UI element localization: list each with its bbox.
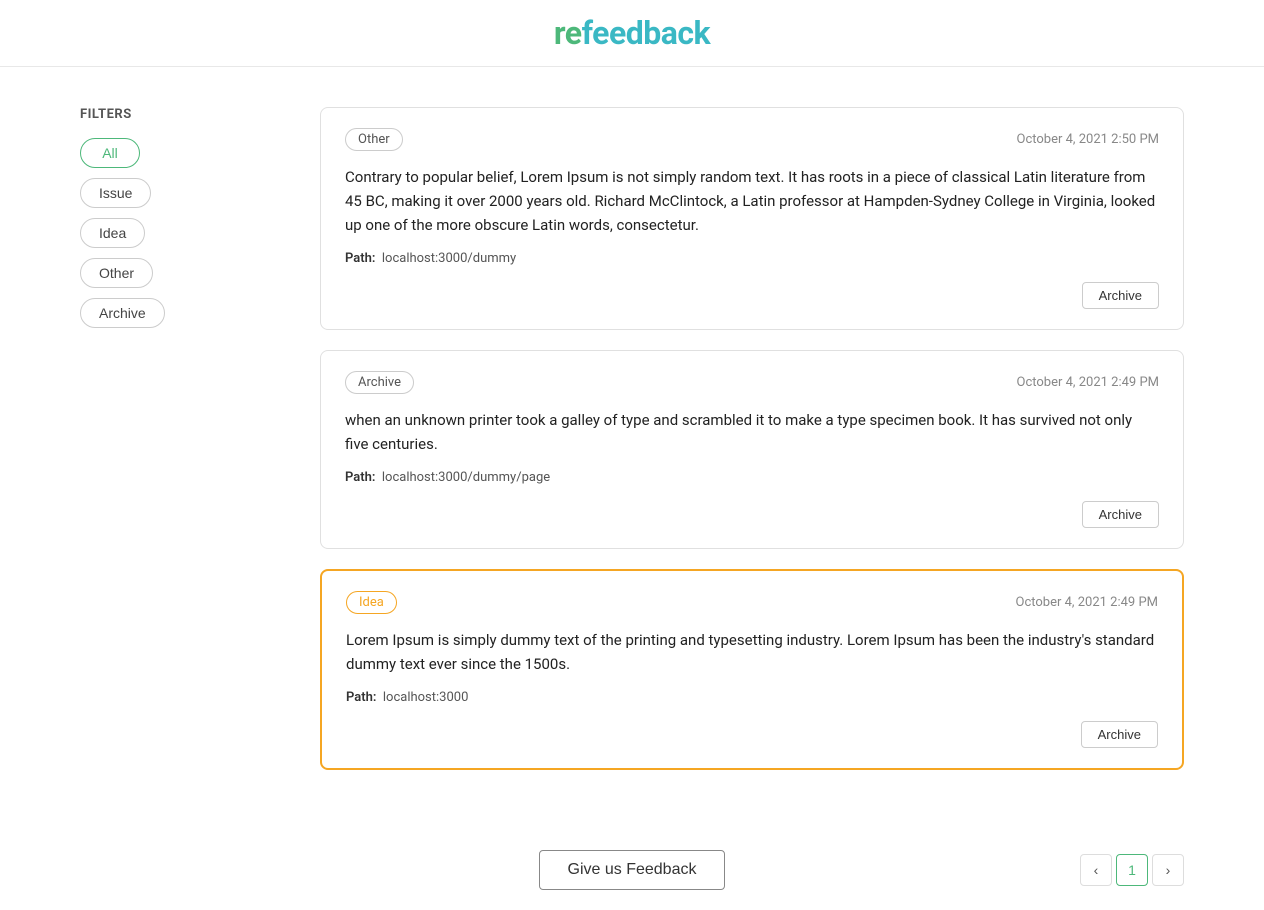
feedback-card: Idea October 4, 2021 2:49 PM Lorem Ipsum…: [320, 569, 1184, 770]
card-footer: Archive: [345, 282, 1159, 309]
card-header: Archive October 4, 2021 2:49 PM: [345, 371, 1159, 394]
card-path: Path: localhost:3000: [346, 690, 1158, 705]
card-timestamp: October 4, 2021 2:49 PM: [1017, 375, 1160, 390]
path-label: Path:: [345, 470, 375, 485]
card-path: Path: localhost:3000/dummy/page: [345, 470, 1159, 485]
current-page-button[interactable]: 1: [1116, 854, 1148, 886]
feedback-card: Other October 4, 2021 2:50 PM Contrary t…: [320, 107, 1184, 330]
sidebar: FILTERS All Issue Idea Other Archive: [80, 107, 280, 790]
card-header: Other October 4, 2021 2:50 PM: [345, 128, 1159, 151]
card-timestamp: October 4, 2021 2:50 PM: [1017, 132, 1160, 147]
filter-buttons: All Issue Idea Other Archive: [80, 138, 280, 328]
filter-btn-other[interactable]: Other: [80, 258, 153, 288]
archive-button[interactable]: Archive: [1082, 282, 1159, 309]
prev-page-button[interactable]: ‹: [1080, 854, 1112, 886]
filters-title: FILTERS: [80, 107, 280, 122]
next-page-button[interactable]: ›: [1152, 854, 1184, 886]
card-tag: Idea: [346, 591, 397, 614]
logo-feedback: feedback: [582, 14, 711, 52]
card-footer: Archive: [346, 721, 1158, 748]
logo: refeedback: [0, 14, 1264, 52]
filter-btn-issue[interactable]: Issue: [80, 178, 151, 208]
archive-button[interactable]: Archive: [1082, 501, 1159, 528]
card-body: Lorem Ipsum is simply dummy text of the …: [346, 628, 1158, 676]
path-label: Path:: [346, 690, 376, 705]
bottom-bar: Give us Feedback ‹ 1 ›: [0, 830, 1264, 910]
card-tag: Other: [345, 128, 403, 151]
archive-button[interactable]: Archive: [1081, 721, 1158, 748]
header: refeedback: [0, 0, 1264, 67]
give-feedback-button[interactable]: Give us Feedback: [539, 850, 726, 890]
filter-btn-idea[interactable]: Idea: [80, 218, 145, 248]
path-label: Path:: [345, 251, 375, 266]
card-body: Contrary to popular belief, Lorem Ipsum …: [345, 165, 1159, 237]
filter-btn-archive[interactable]: Archive: [80, 298, 165, 328]
card-path: Path: localhost:3000/dummy: [345, 251, 1159, 266]
card-footer: Archive: [345, 501, 1159, 528]
feedback-card: Archive October 4, 2021 2:49 PM when an …: [320, 350, 1184, 549]
main-layout: FILTERS All Issue Idea Other Archive Other O…: [0, 67, 1264, 830]
card-body: when an unknown printer took a galley of…: [345, 408, 1159, 456]
card-timestamp: October 4, 2021 2:49 PM: [1016, 595, 1159, 610]
pagination: ‹ 1 ›: [1080, 854, 1184, 886]
filter-btn-all[interactable]: All: [80, 138, 140, 168]
card-header: Idea October 4, 2021 2:49 PM: [346, 591, 1158, 614]
card-tag: Archive: [345, 371, 414, 394]
content: Other October 4, 2021 2:50 PM Contrary t…: [320, 107, 1184, 790]
logo-re: re: [554, 14, 582, 52]
